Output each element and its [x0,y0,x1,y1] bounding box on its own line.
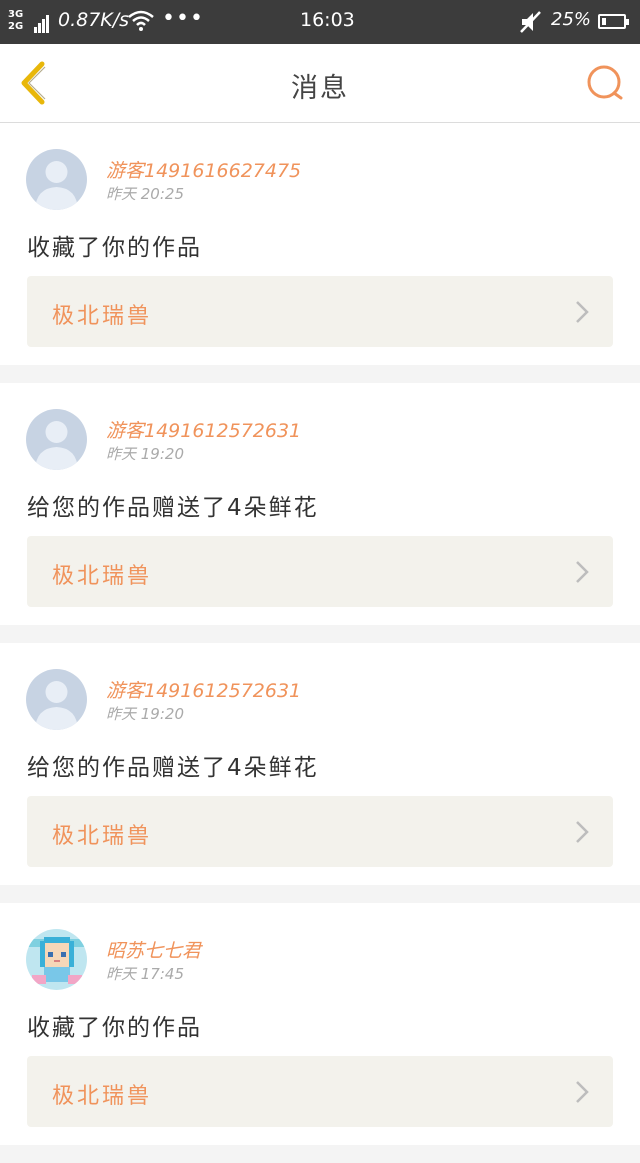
search-icon[interactable] [584,62,626,104]
chevron-right-icon [576,821,589,843]
work-link[interactable]: 极北瑞兽 [27,796,613,867]
avatar[interactable] [26,149,87,210]
message-text: 收藏了你的作品 [27,1015,202,1041]
battery-percent: 25% [551,9,592,30]
wifi-icon [128,10,154,31]
username[interactable]: 游客1491612572631 [106,416,301,443]
message-card: 游客1491612572631 昨天 19:20 给您的作品赠送了4朵鲜花 极北… [0,383,640,625]
work-title: 极北瑞兽 [52,1084,153,1109]
more-dots: ••• [162,6,204,31]
chevron-right-icon [576,301,589,323]
timestamp: 昨天 19:20 [106,705,184,723]
work-title: 极北瑞兽 [52,564,153,589]
message-card: 昭苏七七君 昨天 17:45 收藏了你的作品 极北瑞兽 [0,903,640,1145]
message-text: 给您的作品赠送了4朵鲜花 [27,495,319,521]
work-title: 极北瑞兽 [52,304,153,329]
signal-icon [34,11,49,33]
timestamp: 昨天 17:45 [106,965,184,983]
default-avatar-icon [26,669,87,730]
timestamp: 昨天 20:25 [106,185,184,203]
avatar[interactable] [26,409,87,470]
work-link[interactable]: 极北瑞兽 [27,1056,613,1127]
mute-icon [520,11,541,33]
message-card: 游客1491616627475 昨天 20:25 收藏了你的作品 极北瑞兽 [0,123,640,365]
battery-icon [598,14,629,29]
default-avatar-icon [26,149,87,210]
chevron-right-icon [576,561,589,583]
clock: 16:03 [300,9,355,31]
message-text: 收藏了你的作品 [27,235,202,261]
avatar[interactable] [26,929,87,990]
default-avatar-icon [26,409,87,470]
username[interactable]: 游客1491616627475 [106,156,301,183]
username[interactable]: 游客1491612572631 [106,676,301,703]
timestamp: 昨天 19:20 [106,445,184,463]
avatar[interactable] [26,669,87,730]
work-link[interactable]: 极北瑞兽 [27,276,613,347]
network-speed: 0.87K/s [58,9,130,31]
pixel-character-avatar-icon [26,929,87,990]
status-bar: 3G 2G 0.87K/s ••• 16:03 25% [0,0,640,44]
network-type: 3G 2G [8,9,24,32]
work-link[interactable]: 极北瑞兽 [27,536,613,607]
message-list: 游客1491616627475 昨天 20:25 收藏了你的作品 极北瑞兽 游客… [0,123,640,1163]
username[interactable]: 昭苏七七君 [106,936,201,963]
chevron-right-icon [576,1081,589,1103]
message-text: 给您的作品赠送了4朵鲜花 [27,755,319,781]
message-card: 游客1491612572631 昨天 19:20 给您的作品赠送了4朵鲜花 极北… [0,643,640,885]
work-title: 极北瑞兽 [52,824,153,849]
page-title: 消息 [291,73,349,104]
header-bar: 消息 [0,44,640,123]
